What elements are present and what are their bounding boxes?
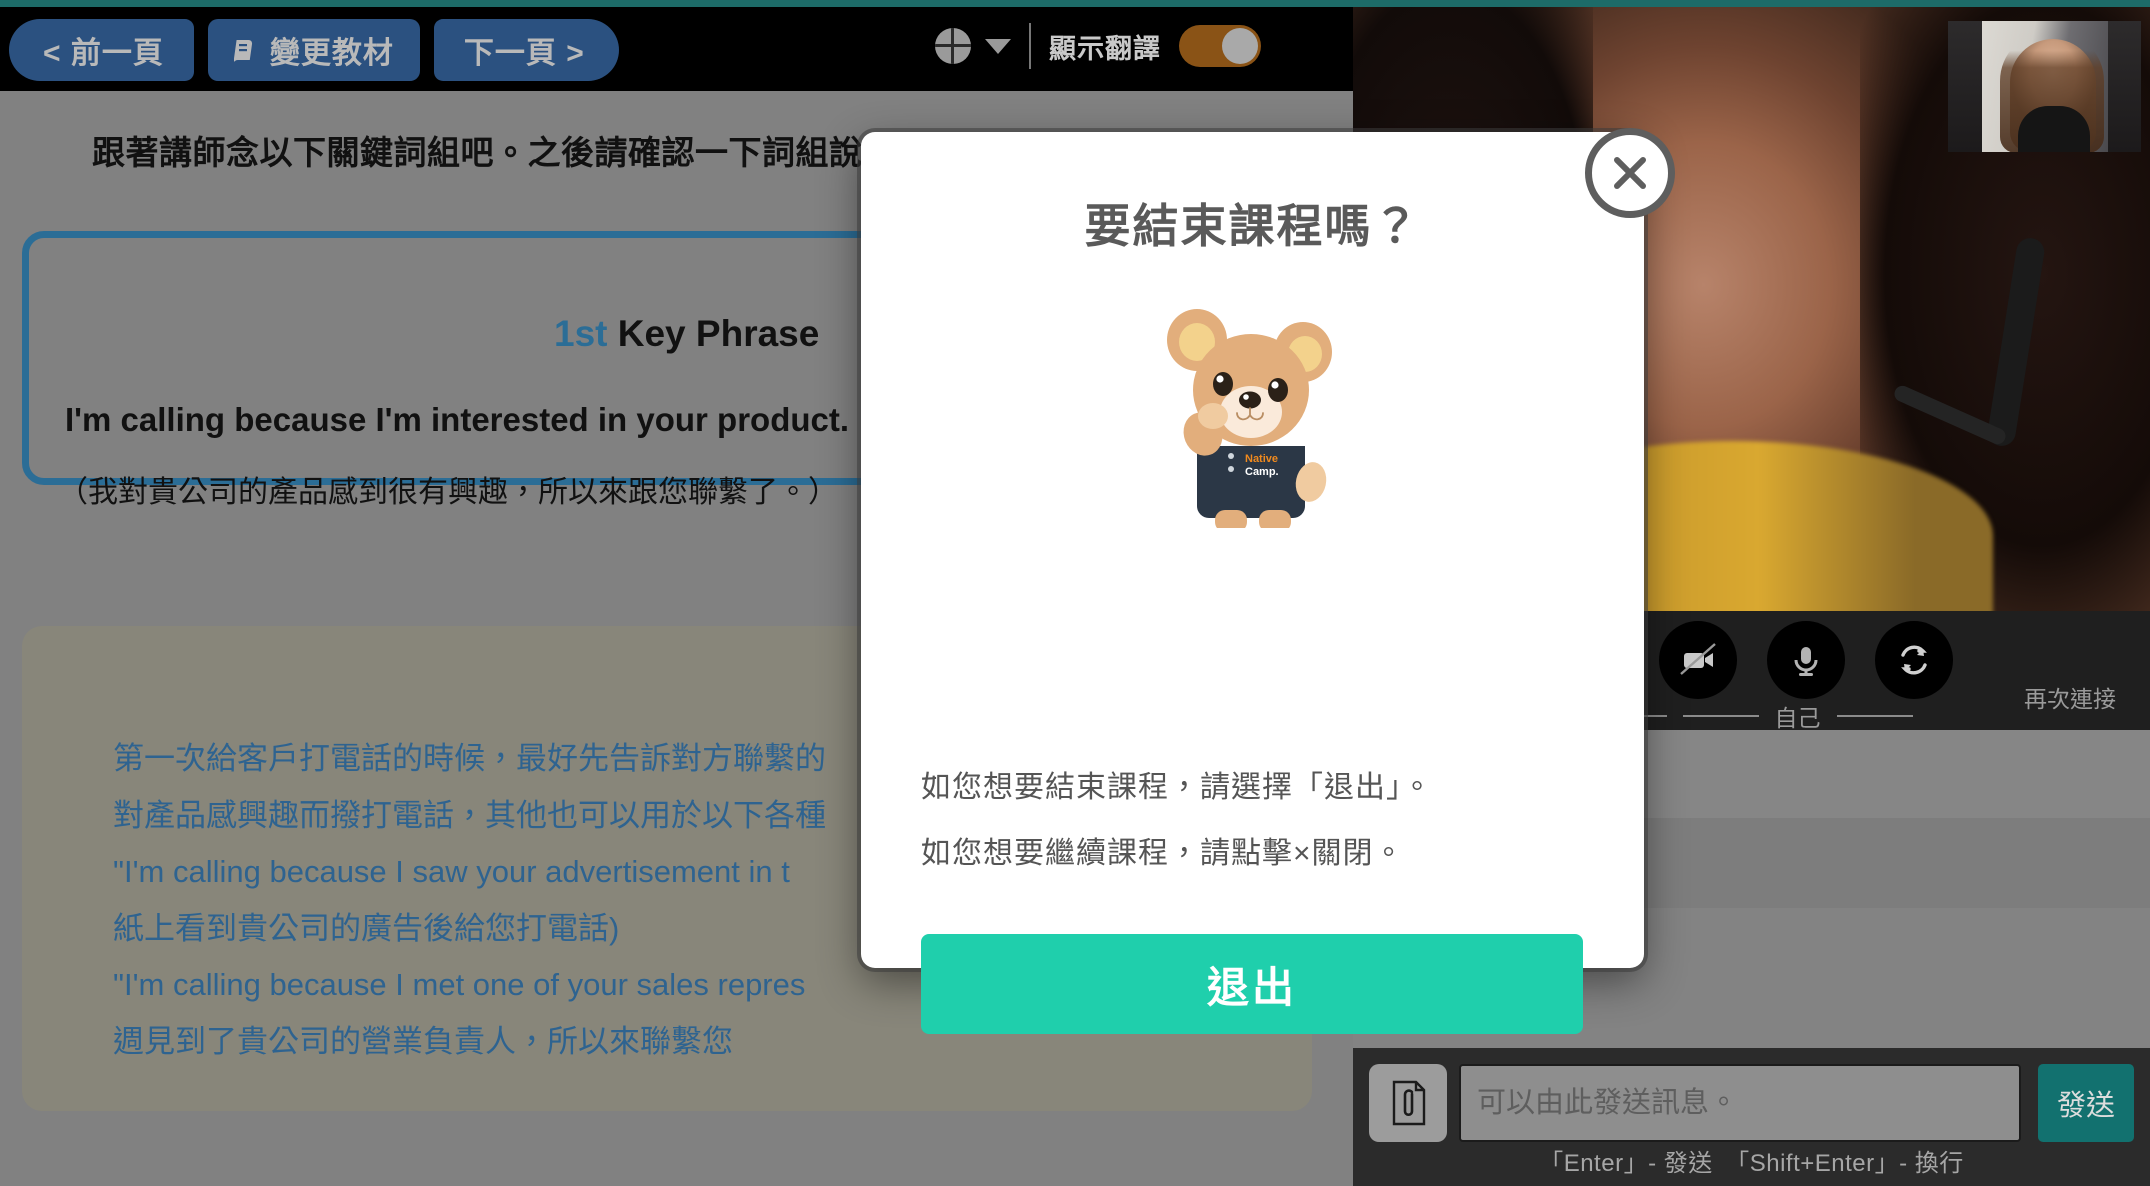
next-page-button[interactable]: 下一頁 > — [433, 19, 619, 81]
chat-keyboard-hint: 「Enter」- 發送 「Shift+Enter」- 換行 — [1539, 1150, 1964, 1177]
mascot-shirt-text-2: Camp. — [1245, 466, 1279, 478]
microphone-button[interactable] — [1766, 621, 1845, 699]
native-camp-bear-mascot: Native Camp. — [1153, 296, 1353, 532]
prev-page-button[interactable]: < 前一頁 — [9, 19, 194, 81]
send-button[interactable]: 發送 — [2038, 1064, 2134, 1142]
prev-page-label: < 前一頁 — [43, 37, 164, 70]
change-material-button[interactable]: 變更教材 — [207, 19, 420, 81]
attachment-icon — [1392, 1080, 1426, 1126]
self-view-clothing — [2018, 106, 2090, 152]
reconnect-button[interactable] — [1874, 621, 1953, 699]
attach-file-button[interactable] — [1369, 1064, 1447, 1142]
chat-input[interactable] — [1459, 1064, 2021, 1142]
self-view-thumbnail[interactable] — [1948, 21, 2141, 152]
app-root: < 前一頁 變更教材 下一頁 > 顯示翻譯 跟著講師念以下關鍵詞組吧。之後請確認… — [0, 0, 2150, 1186]
microphone-icon — [1794, 647, 1817, 676]
close-icon — [1614, 157, 1646, 189]
mascot-shirt-text-1: Native — [1245, 453, 1278, 465]
language-selector[interactable] — [935, 28, 1011, 64]
close-modal-button[interactable] — [1585, 128, 1675, 218]
modal-line-1: 如您想要結束課程，請選擇「退出」。 — [921, 771, 1433, 804]
next-page-label: 下一頁 > — [463, 37, 585, 70]
camera-off-button[interactable] — [1658, 621, 1737, 699]
self-label: 自己 — [1774, 705, 1821, 731]
chat-input-bar: 發送 「Enter」- 發送 「Shift+Enter」- 換行 — [1353, 1048, 2150, 1186]
top-accent-strip — [0, 0, 1353, 7]
modal-line-2: 如您想要繼續課程，請點擊×關閉。 — [921, 837, 1405, 870]
show-translation-label: 顯示翻譯 — [1049, 33, 1161, 64]
book-icon — [233, 37, 260, 64]
reconnect-icon — [1900, 645, 1927, 675]
top-accent-strip-right — [1353, 0, 2150, 7]
material-nav-buttons: < 前一頁 變更教材 下一頁 > — [9, 19, 619, 81]
chevron-down-icon — [985, 38, 1011, 54]
toolbar-divider — [1029, 23, 1031, 69]
toggle-knob — [1222, 28, 1258, 64]
show-translation-toggle[interactable] — [1179, 25, 1261, 67]
modal-title: 要結束課程嗎？ — [1084, 200, 1421, 252]
key-phrase-1-label: 1st Key Phrase — [530, 313, 844, 354]
exit-lesson-button[interactable]: 退出 — [921, 934, 1583, 1034]
camera-off-icon — [1679, 643, 1716, 675]
key-phrase-1-ordinal: 1st — [554, 313, 608, 354]
toolbar-right-group: 顯示翻譯 — [935, 23, 1261, 69]
label-rule-mid-right — [1836, 715, 1913, 717]
change-material-label: 變更教材 — [269, 37, 394, 70]
globe-icon — [935, 28, 971, 64]
material-toolbar: < 前一頁 變更教材 下一頁 > 顯示翻譯 — [0, 7, 1353, 91]
end-lesson-modal: 要結束課程嗎？ Native Camp. 如您想要結束課程，請選擇「退出」。 如… — [861, 132, 1644, 1034]
label-rule-mid-left — [1682, 715, 1759, 717]
reconnect-label: 再次連接 — [2024, 686, 2116, 712]
key-phrase-1-label-rest: Key Phrase — [607, 313, 820, 354]
